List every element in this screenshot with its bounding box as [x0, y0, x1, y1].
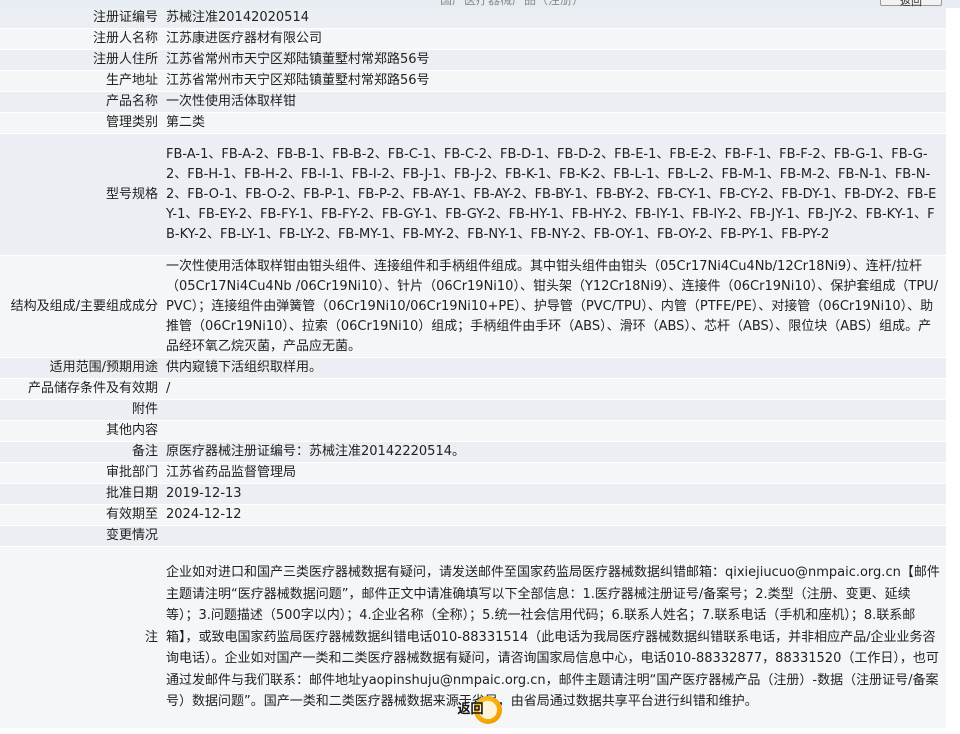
row-changes: 变更情况: [0, 525, 946, 547]
field-value: [162, 420, 946, 442]
field-value: 一次性使用活体取样钳由钳头组件、连接组件和手柄组件组成。其中钳头组件由钳头（05…: [162, 255, 946, 358]
field-label: 生产地址: [0, 70, 162, 92]
field-value: 苏械注准20142020514: [162, 8, 946, 29]
row-storage: 产品储存条件及有效期 /: [0, 378, 946, 400]
back-button-label: 返回: [457, 702, 484, 717]
row-registrant-address: 注册人住所 江苏省常州市天宁区郑陆镇董墅村常郑路56号: [0, 49, 946, 71]
field-value: 一次性使用活体取样钳: [162, 91, 946, 113]
top-bar: 国产医疗器械产品（注册） 返回: [0, 0, 960, 8]
field-label: 注册证编号: [0, 8, 162, 29]
field-value: [162, 399, 946, 421]
field-value: 原医疗器械注册证编号：苏械注准20142220514。: [162, 441, 946, 463]
field-label: 适用范围/预期用途: [0, 357, 162, 379]
field-label: 注册人住所: [0, 49, 162, 71]
detail-table: 注册证编号 苏械注准20142020514 注册人名称 江苏康进医疗器材有限公司…: [0, 8, 946, 729]
top-back-button[interactable]: 返回: [880, 0, 942, 8]
row-other: 其他内容: [0, 420, 946, 442]
field-label: 结构及组成/主要组成成分: [0, 255, 162, 358]
row-registration-no: 注册证编号 苏械注准20142020514: [0, 8, 946, 29]
structure-label-text: 结构及组成/主要组成成分: [10, 298, 158, 314]
field-label: 批准日期: [0, 483, 162, 505]
field-label: 注册人名称: [0, 28, 162, 50]
field-value: 供内窥镜下活组织取样用。: [162, 357, 946, 379]
field-value: 2024-12-12: [162, 504, 946, 526]
field-value: 2019-12-13: [162, 483, 946, 505]
row-management-class: 管理类别 第二类: [0, 112, 946, 134]
row-intended-use: 适用范围/预期用途 供内窥镜下活组织取样用。: [0, 357, 946, 379]
field-label: 审批部门: [0, 462, 162, 484]
field-label: 管理类别: [0, 112, 162, 134]
field-value: 第二类: [162, 112, 946, 134]
field-label: 型号规格: [0, 133, 162, 256]
field-value: [162, 525, 946, 547]
field-label: 变更情况: [0, 525, 162, 547]
row-attachment: 附件: [0, 399, 946, 421]
field-label: 产品名称: [0, 91, 162, 113]
row-valid-until: 有效期至 2024-12-12: [0, 504, 946, 526]
row-remarks: 备注 原医疗器械注册证编号：苏械注准20142220514。: [0, 441, 946, 463]
footer: 返回: [0, 694, 946, 728]
field-value: 江苏省药品监督管理局: [162, 462, 946, 484]
field-label: 备注: [0, 441, 162, 463]
row-structure: 结构及组成/主要组成成分 一次性使用活体取样钳由钳头组件、连接组件和手柄组件组成…: [0, 255, 946, 358]
row-approval-dept: 审批部门 江苏省药品监督管理局: [0, 462, 946, 484]
field-label: 有效期至: [0, 504, 162, 526]
row-product-name: 产品名称 一次性使用活体取样钳: [0, 91, 946, 113]
field-value: 江苏康进医疗器材有限公司: [162, 28, 946, 50]
field-value: 江苏省常州市天宁区郑陆镇董墅村常郑路56号: [162, 49, 946, 71]
back-button[interactable]: 返回: [451, 696, 502, 724]
field-label: 产品储存条件及有效期: [0, 378, 162, 400]
field-value: FB-A-1、FB-A-2、FB-B-1、FB-B-2、FB-C-1、FB-C-…: [162, 133, 946, 256]
field-value: 江苏省常州市天宁区郑陆镇董墅村常郑路56号: [162, 70, 946, 92]
page-title: 国产医疗器械产品（注册）: [440, 0, 585, 7]
row-registrant-name: 注册人名称 江苏康进医疗器材有限公司: [0, 28, 946, 50]
row-production-address: 生产地址 江苏省常州市天宁区郑陆镇董墅村常郑路56号: [0, 70, 946, 92]
field-label: 附件: [0, 399, 162, 421]
field-label: 其他内容: [0, 420, 162, 442]
field-value: /: [162, 378, 946, 400]
row-model-spec: 型号规格 FB-A-1、FB-A-2、FB-B-1、FB-B-2、FB-C-1、…: [0, 133, 946, 256]
row-approval-date: 批准日期 2019-12-13: [0, 483, 946, 505]
